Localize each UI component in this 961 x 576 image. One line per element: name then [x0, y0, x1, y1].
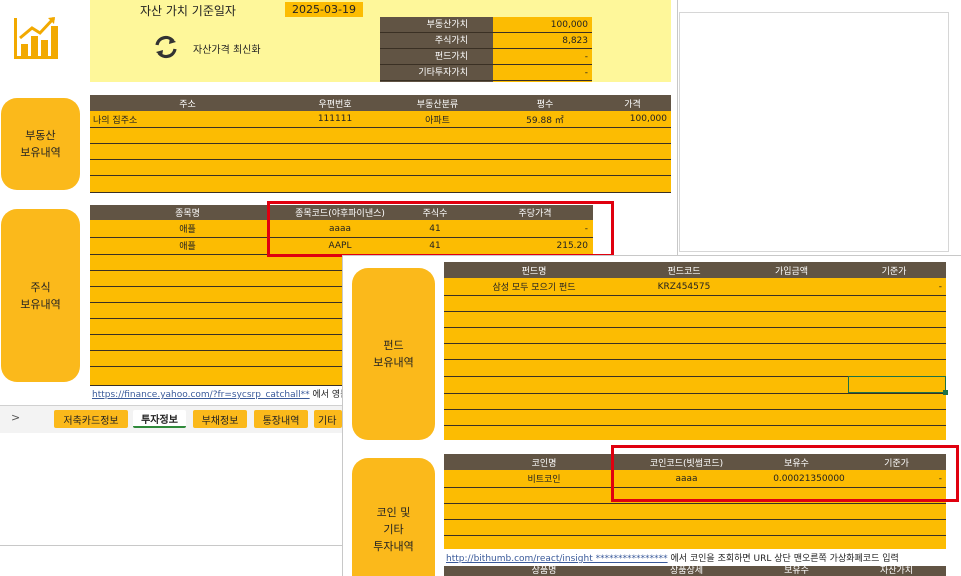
tab-debt[interactable]: 부채정보 — [193, 410, 247, 428]
fund-section-label: 펀드 보유내역 — [352, 268, 435, 440]
chart-logo-icon — [12, 14, 60, 60]
cell-zip: 111111 — [317, 114, 353, 124]
real-estate-table: 나의 집주소 111111 아파트 59.88 ㎡ 100,000 — [90, 111, 671, 193]
table-row[interactable] — [444, 393, 946, 410]
table-row[interactable]: 나의 집주소 111111 아파트 59.88 ㎡ 100,000 — [90, 111, 671, 128]
date-value[interactable]: 2025-03-19 — [285, 2, 363, 17]
fill-handle[interactable] — [943, 390, 948, 395]
refresh-icon[interactable] — [153, 35, 179, 59]
bithumb-link-note: 에서 코인을 조회하면 URL 상단 맨오른쪽 가상화폐코드 입력 — [667, 554, 899, 563]
cell-fund-code: KRZ454575 — [657, 281, 711, 292]
col-fund-code: 펀드코드 — [667, 266, 701, 277]
col-asset-value: 자산가치 — [879, 566, 914, 574]
refresh-label[interactable]: 자산가격 최신화 — [193, 41, 261, 56]
stocks-link-line: https://finance.yahoo.com/?fr=sycsrp_cat… — [92, 387, 342, 399]
table-row[interactable] — [444, 409, 946, 426]
table-row[interactable] — [444, 535, 946, 549]
real-estate-header: 주소 우편번호 부동산분류 평수 가격 — [90, 95, 671, 111]
col-type: 부동산분류 — [416, 99, 459, 110]
tab-account-history[interactable]: 통장내역 — [254, 410, 308, 428]
side-blank-panel — [679, 12, 949, 252]
tab-savings-card[interactable]: 저축카드정보 — [54, 410, 128, 428]
cell-address: 나의 집주소 — [93, 115, 138, 126]
table-row[interactable] — [444, 295, 946, 312]
table-row[interactable] — [444, 425, 946, 440]
summary-label: 주식가치 — [434, 36, 468, 46]
selected-cell[interactable] — [848, 376, 946, 393]
summary-value: 8,823 — [562, 36, 588, 46]
tab-scroll-arrow-icon[interactable]: > — [11, 411, 20, 424]
table-row[interactable] — [444, 343, 946, 360]
summary-table: 부동산가치 100,000 주식가치 8,823 펀드가치 - 기타투자가치 - — [380, 17, 592, 82]
summary-label: 펀드가치 — [434, 52, 468, 62]
bithumb-link[interactable]: http://bithumb.com/react/insight *******… — [446, 554, 668, 563]
summary-value: - — [584, 52, 588, 62]
cell-area: 59.88 ㎡ — [526, 115, 564, 126]
summary-label: 부동산가치 — [426, 20, 468, 30]
cell-price: 100,000 — [629, 114, 667, 124]
col-product-qty: 보유수 — [784, 566, 809, 574]
table-row[interactable]: 삼성 모두 모으기 펀드 KRZ454575 - — [444, 278, 946, 296]
tab-other[interactable]: 기타 — [314, 410, 342, 428]
cell-base-price: - — [938, 281, 942, 292]
table-row[interactable] — [444, 327, 946, 344]
col-price: 가격 — [624, 99, 641, 110]
summary-value: 100,000 — [550, 20, 588, 30]
table-row[interactable] — [90, 143, 671, 160]
other-investments-header: 상품명 상품상세 보유수 자산가치 — [444, 566, 946, 576]
table-row[interactable] — [444, 311, 946, 328]
table-row[interactable] — [90, 127, 671, 144]
table-row[interactable] — [90, 159, 671, 176]
col-stock-name: 종목명 — [175, 209, 200, 219]
coin-section-label: 코인 및 기타 투자내역 — [352, 458, 435, 576]
coin-highlight-box — [611, 445, 959, 502]
real-estate-section-label: 부동산 보유내역 — [1, 98, 80, 190]
table-row[interactable] — [90, 175, 671, 193]
table-row[interactable] — [444, 503, 946, 520]
col-address: 주소 — [179, 99, 196, 110]
cell-fund-name: 삼성 모두 모으기 펀드 — [492, 283, 576, 293]
stocks-highlight-box — [267, 201, 614, 257]
col-join-amount: 가입금액 — [774, 266, 809, 277]
cell-stock-name: 애플 — [179, 225, 196, 235]
col-product-detail: 상품상세 — [669, 566, 704, 574]
cell-join-amount — [744, 278, 839, 295]
stocks-section-label: 주식 보유내역 — [1, 209, 80, 382]
cell-type: 아파트 — [425, 115, 450, 126]
col-fund-name: 펀드명 — [521, 266, 547, 277]
date-label: 자산 가치 기준일자 — [140, 4, 236, 18]
fund-header: 펀드명 펀드코드 가입금액 기준가 — [444, 262, 946, 278]
col-zip: 우편번호 — [318, 99, 352, 110]
summary-label: 기타투자가치 — [418, 68, 468, 78]
yahoo-link-note: 에서 영문으로 — [312, 390, 343, 399]
table-row[interactable] — [444, 359, 946, 377]
tab-investment[interactable]: 투자정보 — [133, 410, 186, 428]
coin-link-line: http://bithumb.com/react/insight *******… — [446, 551, 951, 563]
yahoo-link[interactable]: https://finance.yahoo.com/?fr=sycsrp_cat… — [92, 390, 310, 399]
col-area: 평수 — [536, 99, 554, 110]
fund-table: 삼성 모두 모으기 펀드 KRZ454575 - — [444, 278, 946, 440]
cell-stock-name: 애플 — [179, 242, 196, 252]
table-row[interactable] — [444, 519, 946, 536]
col-base-price: 기준가 — [881, 266, 907, 277]
summary-value: - — [584, 68, 588, 78]
